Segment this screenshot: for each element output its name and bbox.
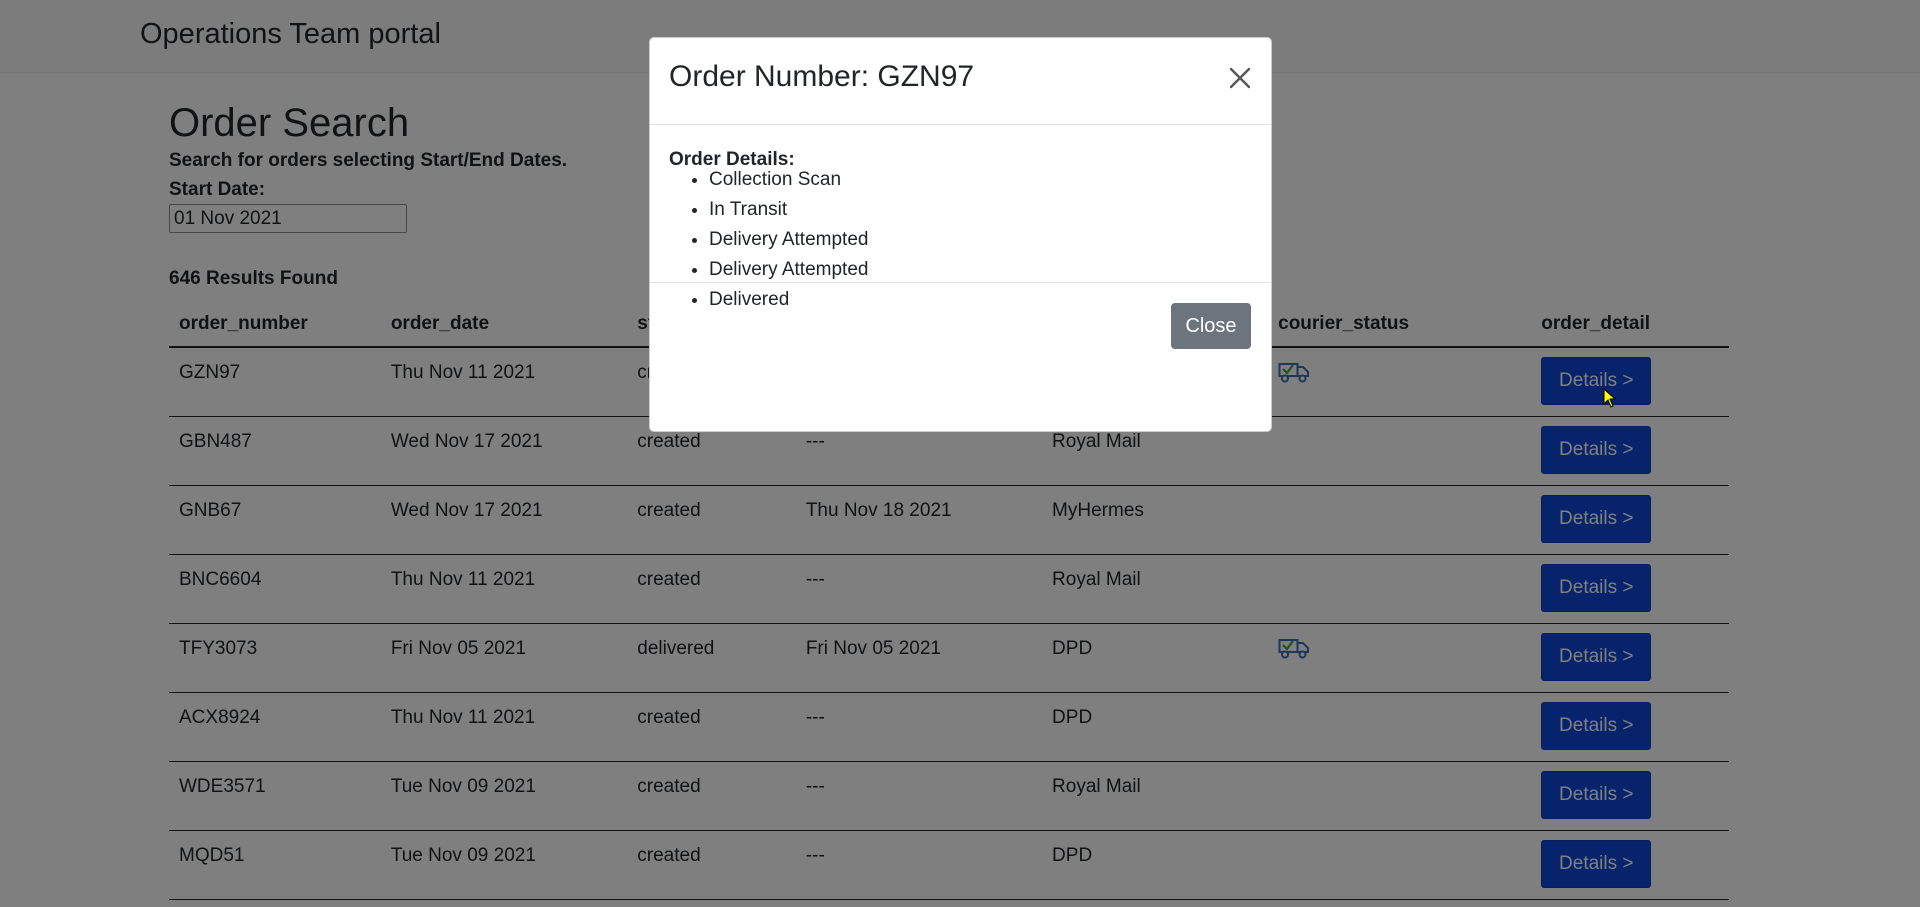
list-item: Delivery Attempted — [709, 225, 868, 255]
page: Operations Team portal Order Search Sear… — [0, 0, 1920, 907]
close-button[interactable]: Close — [1171, 303, 1251, 349]
close-icon[interactable] — [1225, 63, 1255, 93]
list-item: Collection Scan — [709, 165, 868, 195]
order-detail-modal: Order Number: GZN97 Order Details: Colle… — [649, 37, 1272, 432]
modal-title: Order Number: GZN97 — [669, 60, 975, 93]
list-item: Delivery Attempted — [709, 255, 868, 285]
mouse-cursor-icon — [1603, 388, 1617, 408]
modal-body: Order Details: Collection Scan In Transi… — [650, 125, 1271, 310]
modal-header: Order Number: GZN97 — [650, 38, 1271, 125]
list-item: In Transit — [709, 195, 868, 225]
modal-footer: Close — [650, 283, 1271, 371]
